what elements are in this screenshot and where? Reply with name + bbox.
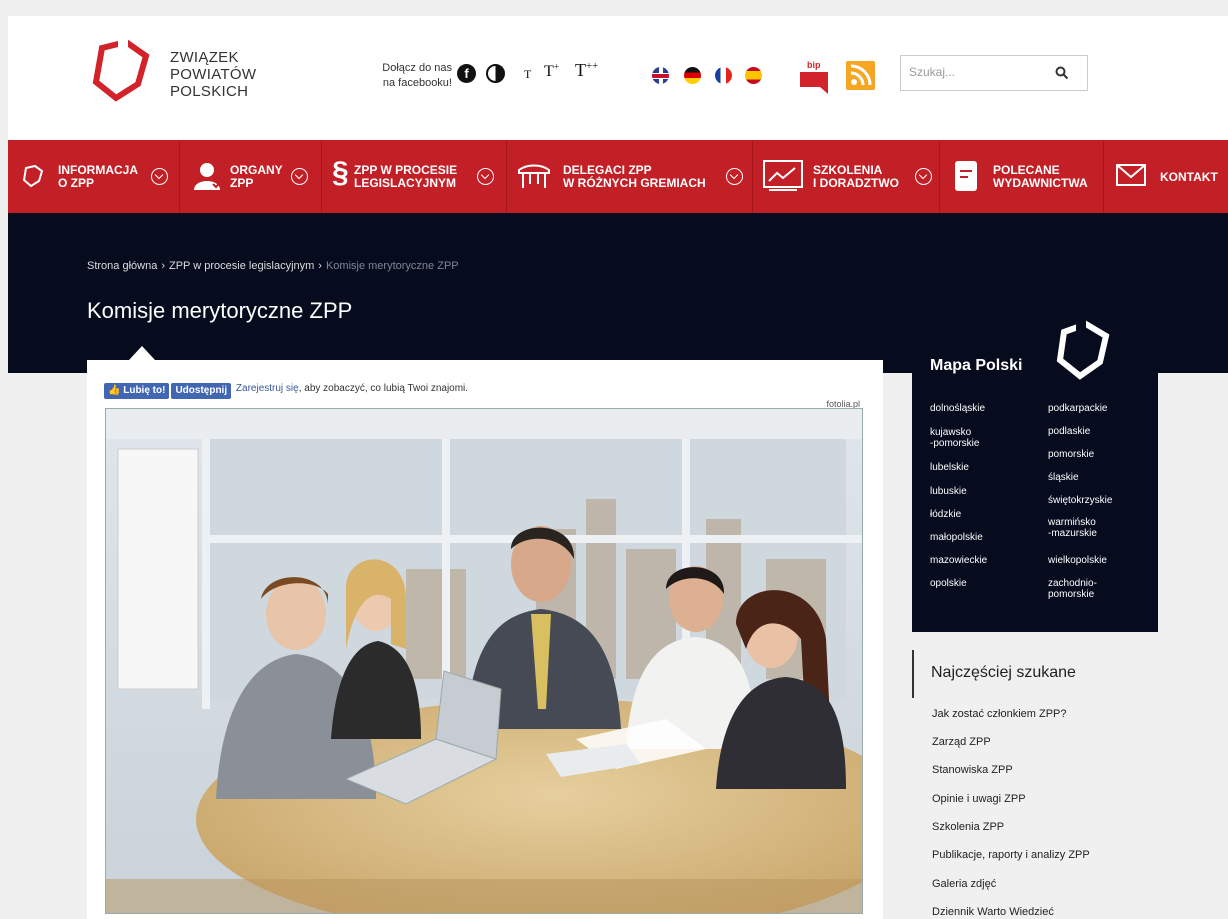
region-link[interactable]: małopolskie — [930, 532, 983, 543]
fb-register-link[interactable]: Zarejestruj się — [236, 383, 299, 394]
contrast-toggle-icon[interactable] — [486, 64, 505, 83]
fb-share-button[interactable]: Udostępnij — [171, 383, 232, 399]
zpp-logo-icon[interactable] — [88, 38, 154, 104]
zpp-logo-icon — [22, 164, 44, 188]
nav-item-szkolenia[interactable]: SZKOLENIA I DORADZTWO — [753, 140, 940, 213]
region-link[interactable]: pomorskie — [1048, 449, 1094, 460]
search-icon[interactable] — [1055, 66, 1069, 80]
popular-link[interactable]: Szkolenia ZPP — [932, 821, 1004, 833]
bip-label: bip — [807, 60, 821, 70]
region-link[interactable]: zachodnio-pomorskie — [1048, 578, 1097, 600]
nav-label: KONTAKT — [1160, 170, 1218, 184]
logo-line: ZWIĄZEK — [170, 49, 239, 66]
region-link[interactable]: mazowieckie — [930, 555, 987, 566]
logo-line: POLSKICH — [170, 83, 249, 100]
popular-link[interactable]: Publikacje, raporty i analizy ZPP — [932, 849, 1090, 861]
english-flag-icon[interactable] — [652, 67, 669, 84]
breadcrumb: Strona główna › ZPP w procesie legislacyjn… — [87, 260, 459, 272]
nav-label: ZPP W PROCESIE LEGISLACYJNYM — [354, 163, 458, 190]
nav-item-polecane[interactable]: POLECANE WYDAWNICTWA — [940, 140, 1104, 213]
page-title: Komisje merytoryczne ZPP — [87, 298, 353, 323]
breadcrumb-separator: › — [318, 260, 322, 272]
region-link[interactable]: świętokrzyskie — [1048, 495, 1112, 506]
popular-link[interactable]: Galeria zdjęć — [932, 878, 996, 890]
logo-text[interactable]: ZWIĄZEK POWIATÓW POLSKICH — [170, 49, 256, 100]
region-link[interactable]: kujawsko -pomorskie — [930, 427, 979, 449]
font-size-medium-button[interactable]: T+ — [544, 62, 559, 81]
fb-like-button[interactable]: 👍 Lubię to! — [104, 383, 170, 399]
fb-register-text: , aby zobaczyć, co lubią Twoi znajomi. — [298, 383, 469, 394]
facebook-icon[interactable]: f — [457, 64, 476, 83]
popular-link[interactable]: Jak zostać członkiem ZPP? — [932, 708, 1067, 720]
book-icon — [955, 161, 977, 191]
chevron-down-icon[interactable] — [726, 168, 743, 185]
nav-label: DELEGACI ZPP W RÓŻNYCH GREMIACH — [563, 163, 706, 190]
map-polski-panel: Mapa Polski dolnośląskie kujawsko -pomors… — [912, 320, 1158, 632]
german-flag-icon[interactable] — [684, 67, 701, 84]
breadcrumb-parent[interactable]: ZPP w procesie legislacyjnym — [169, 260, 314, 272]
nav-item-organy[interactable]: ORGANY ZPP — [180, 140, 322, 213]
region-link[interactable]: wielkopolskie — [1048, 555, 1107, 566]
region-link[interactable]: podkarpackie — [1048, 403, 1107, 414]
region-link[interactable]: śląskie — [1048, 472, 1079, 483]
nav-label: INFORMACJA O ZPP — [58, 163, 138, 190]
nav-label: SZKOLENIA I DORADZTWO — [813, 163, 899, 190]
region-link[interactable]: lubuskie — [930, 486, 967, 497]
hero-notch — [129, 346, 155, 360]
site-header: ZWIĄZEK POWIATÓW POLSKICH Dołącz do nas … — [8, 16, 1228, 140]
rss-icon[interactable] — [846, 61, 875, 90]
nav-item-zpp-w-procesie[interactable]: § ZPP W PROCESIE LEGISLACYJNYM — [322, 140, 507, 213]
presentation-icon — [763, 160, 803, 191]
paragraph-icon: § — [332, 156, 349, 189]
region-link[interactable]: dolnośląskie — [930, 403, 985, 414]
chevron-down-icon[interactable] — [151, 168, 168, 185]
meeting-photo-illustration — [106, 409, 862, 913]
popular-link[interactable]: Dziennik Warto Wiedzieć — [932, 906, 1054, 918]
breadcrumb-home[interactable]: Strona główna — [87, 260, 157, 272]
chevron-down-icon[interactable] — [477, 168, 494, 185]
font-size-large-button[interactable]: T++ — [575, 60, 598, 81]
nav-item-kontakt[interactable]: KONTAKT — [1104, 140, 1228, 213]
popular-link[interactable]: Zarząd ZPP — [932, 736, 991, 748]
popular-title: Najczęściej szukane — [931, 664, 1076, 681]
section-accent-bar — [912, 650, 914, 698]
breadcrumb-separator: › — [161, 260, 165, 272]
font-size-small-button[interactable]: T — [524, 67, 531, 82]
search-input[interactable] — [909, 65, 1059, 79]
spanish-flag-icon[interactable] — [745, 67, 762, 84]
popular-link[interactable]: Opinie i uwagi ZPP — [932, 793, 1026, 805]
envelope-icon — [1116, 164, 1146, 186]
region-link[interactable]: lubelskie — [930, 462, 969, 473]
nav-label: ORGANY ZPP — [230, 163, 283, 190]
fb-join-line: Dołącz do nas — [382, 62, 452, 74]
region-link[interactable]: opolskie — [930, 578, 967, 589]
region-link[interactable]: łódzkie — [930, 509, 961, 520]
french-flag-icon[interactable] — [715, 67, 732, 84]
fb-like-label: Lubię to! — [123, 385, 166, 396]
main-navigation: INFORMACJA O ZPP ORGANY ZPP § ZPP W PROCES… — [8, 140, 1228, 213]
facebook-like-bar: 👍 Lubię to! Udostępnij Zarejestruj się, a… — [104, 383, 468, 399]
nav-item-informacja[interactable]: INFORMACJA O ZPP — [8, 140, 180, 213]
bip-icon[interactable]: bip — [800, 58, 828, 94]
article-card: 👍 Lubię to! Udostępnij Zarejestruj się, a… — [87, 360, 883, 919]
zpp-logo-icon — [1056, 320, 1110, 380]
popular-link[interactable]: Stanowiska ZPP — [932, 764, 1013, 776]
user-icon — [194, 163, 224, 190]
breadcrumb-current: Komisje merytoryczne ZPP — [325, 260, 459, 272]
search-box — [900, 55, 1088, 91]
chevron-down-icon[interactable] — [291, 168, 308, 185]
facebook-join-text[interactable]: Dołącz do nas na facebooku! — [360, 61, 452, 91]
map-title: Mapa Polski — [930, 357, 1023, 374]
table-icon — [518, 164, 550, 188]
fb-join-line: na facebooku! — [382, 77, 452, 89]
logo-line: POWIATÓW — [170, 66, 257, 83]
region-link[interactable]: warmińsko -mazurskie — [1048, 517, 1097, 539]
nav-label: POLECANE WYDAWNICTWA — [993, 163, 1088, 190]
nav-item-delegaci[interactable]: DELEGACI ZPP W RÓŻNYCH GREMIACH — [507, 140, 753, 213]
chevron-down-icon[interactable] — [915, 168, 932, 185]
article-photo — [105, 408, 863, 914]
region-link[interactable]: podlaskie — [1048, 426, 1090, 437]
